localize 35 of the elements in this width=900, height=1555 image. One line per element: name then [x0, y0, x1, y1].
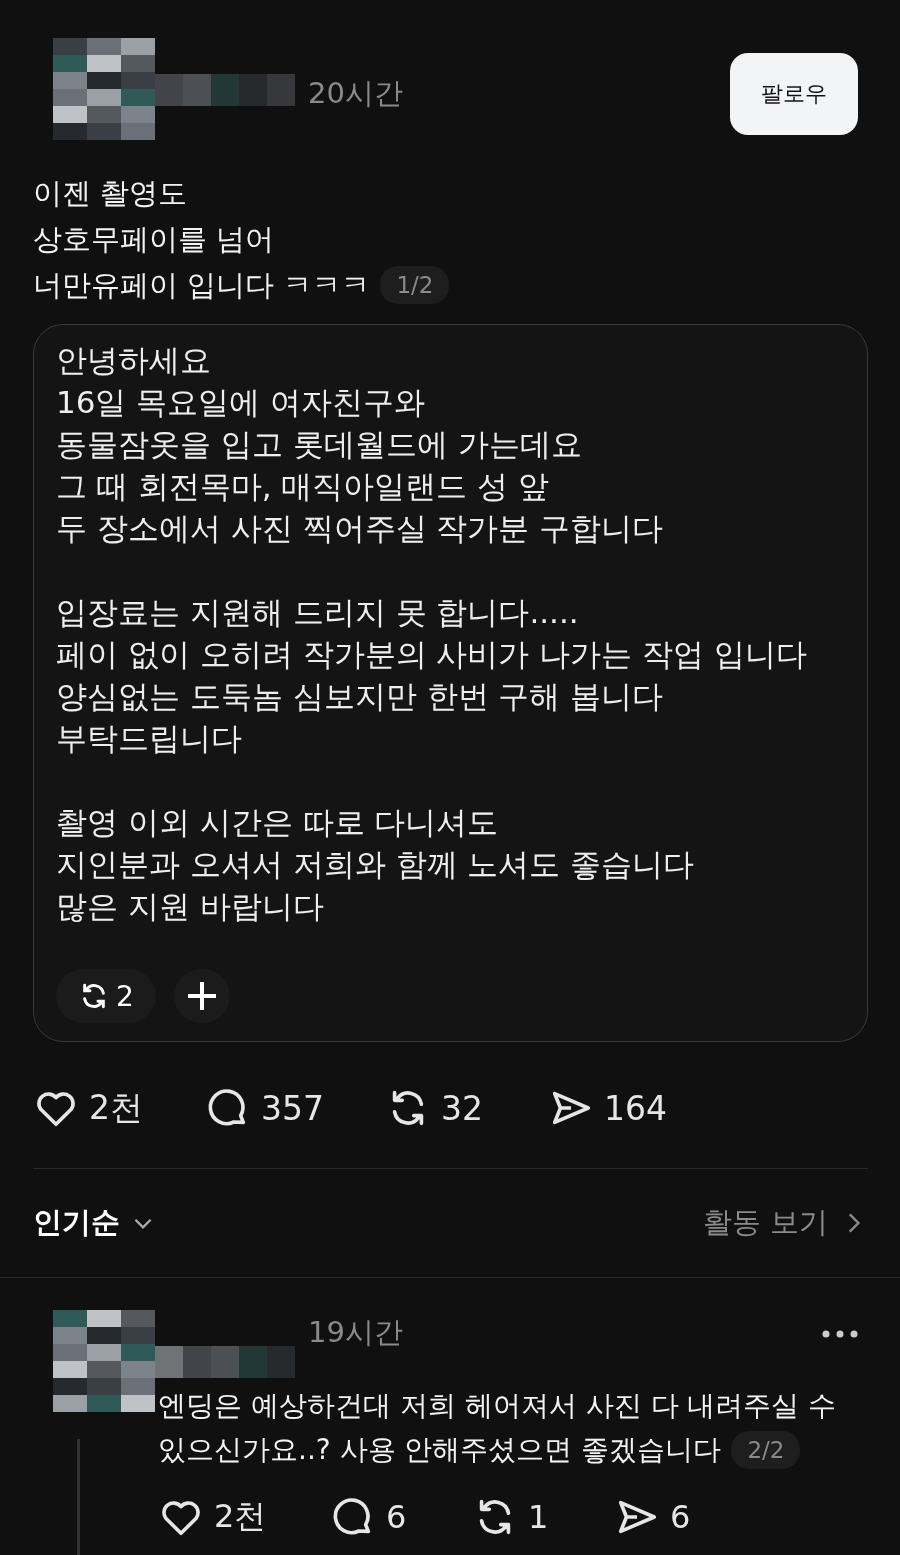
post-time: 20시간	[308, 75, 403, 112]
screenshot-text-line: 16일 목요일에 여자친구와	[56, 383, 426, 422]
page-indicator: 2/2	[731, 1431, 801, 1469]
screenshot-text-line: 양심없는 도둑놈 심보지만 한번 구해 봅니다	[56, 677, 664, 716]
screenshot-text-line: 부탁드립니다	[56, 719, 242, 758]
comment-text-line: 있으신가요..? 사용 안해주셨으면 좋겠습니다	[158, 1432, 722, 1468]
like-button[interactable]: 2천	[33, 1078, 205, 1138]
screenshot-text-line: 안녕하세요	[56, 341, 211, 380]
share-button[interactable]: 6	[614, 1494, 691, 1540]
screenshot-text-line: 입장료는 지원해 드리지 못 합니다.....	[56, 593, 579, 632]
screenshot-text-line: 그 때 회전목마, 매직아일랜드 성 앞	[56, 467, 550, 506]
like-button[interactable]: 2천	[158, 1494, 330, 1540]
comment-text-line: 엔딩은 예상하건대 저희 헤어져서 사진 다 내려주실 수	[158, 1388, 838, 1424]
page-indicator: 1/2	[380, 266, 450, 304]
activity-link[interactable]: 활동 보기	[702, 1203, 866, 1243]
sort-dropdown[interactable]: 인기순	[33, 1203, 156, 1243]
comment-time: 19시간	[308, 1314, 403, 1351]
repost-button[interactable]: 1	[472, 1494, 614, 1540]
screenshot-text-line: 지인분과 오셔서 저희와 함께 노셔도 좋습니다	[56, 845, 695, 884]
share-button[interactable]: 164	[548, 1078, 667, 1138]
repost-count: 2	[116, 979, 134, 1013]
reply-button[interactable]: 357	[205, 1078, 385, 1138]
follow-button[interactable]: 팔로우	[730, 53, 858, 135]
post-text-line: 상호무페이를 넘어	[33, 221, 276, 258]
screenshot-text-line: 촬영 이외 시간은 따로 다니셔도	[56, 803, 499, 842]
screenshot-text-line: 동물잠옷을 입고 롯데월드에 가는데요	[56, 425, 582, 464]
repost-button[interactable]: 32	[385, 1078, 548, 1138]
post-text-line: 너만유페이 입니다 ㅋㅋㅋ	[33, 267, 371, 304]
more-icon[interactable]	[820, 1328, 860, 1340]
post-text-line: 이젠 촬영도	[33, 175, 189, 212]
reply-button[interactable]: 6	[330, 1494, 472, 1540]
screenshot-text-line: 페이 없이 오히려 작가분의 사비가 나가는 작업 입니다	[56, 635, 807, 674]
screenshot-text-line: 많은 지원 바랍니다	[56, 887, 324, 926]
screenshot-text-line: 두 장소에서 사진 찍어주실 작가분 구합니다	[56, 509, 664, 548]
repost-chip[interactable]: 2	[56, 969, 156, 1023]
